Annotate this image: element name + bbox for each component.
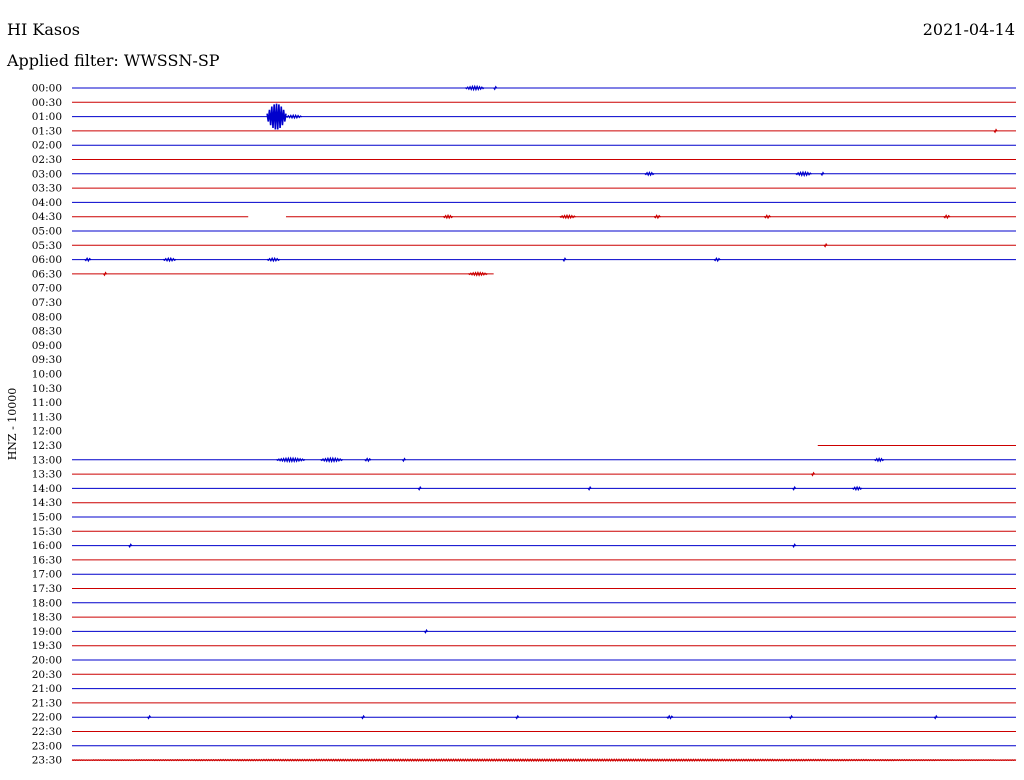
row-time-label: 08:30: [32, 326, 62, 338]
row-time-label: 17:00: [32, 569, 62, 581]
row-time-label: 22:30: [32, 726, 62, 738]
seismic-event: [360, 714, 366, 720]
seismic-event: [644, 170, 655, 177]
seismic-event: [666, 714, 674, 720]
row-time-label: 19:30: [32, 640, 62, 652]
row-time-label: 18:00: [32, 597, 62, 609]
seismic-event: [820, 171, 825, 177]
row-time-label: 22:00: [32, 712, 62, 724]
seismic-event: [102, 271, 108, 277]
row-time-label: 23:30: [32, 755, 62, 767]
y-axis-label: HNZ - 10000: [6, 388, 19, 461]
seismic-event: [423, 628, 429, 634]
seismic-event: [162, 256, 177, 263]
seismic-event: [792, 485, 797, 491]
trace-rows: 00:00 00:30 01:00 01:30 02:00 02:30 03:00 03:30…: [32, 83, 1017, 767]
row-time-label: 00:00: [32, 83, 62, 95]
row-time-label: 17:30: [32, 583, 62, 595]
row-time-label: 13:30: [32, 469, 62, 481]
row-time-label: 09:30: [32, 354, 62, 366]
row-time-label: 13:00: [32, 454, 62, 466]
seismic-event: [562, 257, 567, 263]
seismic-event: [468, 271, 488, 277]
row-time-label: 05:30: [32, 240, 62, 252]
row-time-label: 01:30: [32, 125, 62, 137]
seismic-event: [442, 213, 454, 220]
row-time-label: 20:00: [32, 655, 62, 667]
seismic-event: [792, 543, 797, 549]
seismic-event: [146, 714, 152, 720]
row-time-label: 12:30: [32, 440, 62, 452]
seismic-event: [266, 256, 281, 263]
seismic-event: [810, 471, 816, 477]
seismic-event: [823, 242, 828, 248]
seismic-event: [276, 456, 306, 464]
seismic-event: [933, 714, 938, 720]
row-time-label: 14:30: [32, 497, 62, 509]
seismic-event: [943, 214, 951, 220]
row-time-label: 03:30: [32, 183, 62, 195]
seismic-event: [795, 170, 812, 178]
row-time-label: 07:30: [32, 297, 62, 309]
row-time-label: 07:00: [32, 283, 62, 295]
row-time-label: 20:30: [32, 669, 62, 681]
seismic-event: [587, 485, 592, 491]
seismic-event: [788, 714, 794, 720]
seismic-event: [320, 456, 344, 464]
row-time-label: 11:30: [32, 411, 62, 423]
seismic-event: [128, 543, 133, 549]
seismic-event: [653, 214, 661, 220]
seismic-event: [713, 256, 721, 263]
seismic-event: [285, 113, 303, 120]
row-time-label: 04:30: [32, 211, 62, 223]
row-time-label: 05:00: [32, 226, 62, 238]
seismic-event: [493, 85, 498, 91]
helicorder-plot: HNZ - 10000 00:00 00:30 01:00 01:30 02:00 02:…: [6, 83, 1017, 767]
row-time-label: 10:30: [32, 383, 62, 395]
seismic-event: [364, 457, 372, 463]
row-time-label: 16:30: [32, 554, 62, 566]
row-time-label: 10:00: [32, 369, 62, 381]
row-time-label: 15:30: [32, 526, 62, 538]
row-time-label: 02:00: [32, 140, 62, 152]
seismic-event: [71, 758, 1017, 762]
seismic-event-core: [268, 113, 276, 121]
row-time-label: 00:30: [32, 97, 62, 109]
row-time-label: 12:00: [32, 426, 62, 438]
row-time-label: 06:30: [32, 268, 62, 280]
seismic-event: [417, 485, 422, 491]
seismic-event: [84, 256, 92, 263]
row-time-label: 19:00: [32, 626, 62, 638]
row-time-label: 01:00: [32, 111, 62, 123]
row-time-label: 21:00: [32, 683, 62, 695]
row-time-label: 04:00: [32, 197, 62, 209]
row-time-label: 11:00: [32, 397, 62, 409]
row-time-label: 15:00: [32, 512, 62, 524]
seismic-event: [559, 213, 576, 220]
seismic-event: [851, 485, 863, 492]
seismic-event: [401, 457, 407, 463]
row-time-label: 16:00: [32, 540, 62, 552]
seismic-event: [763, 214, 772, 220]
row-time-label: 03:00: [32, 168, 62, 180]
seismic-event: [873, 456, 885, 463]
seismic-event: [464, 84, 485, 92]
row-time-label: 09:00: [32, 340, 62, 352]
seismic-event: [515, 714, 520, 720]
seismic-event: [993, 128, 998, 134]
row-time-label: 14:00: [32, 483, 62, 495]
row-time-label: 08:00: [32, 311, 62, 323]
row-time-label: 06:00: [32, 254, 62, 266]
row-time-label: 23:00: [32, 740, 62, 752]
row-time-label: 02:30: [32, 154, 62, 166]
row-time-label: 18:30: [32, 612, 62, 624]
row-time-label: 21:30: [32, 697, 62, 709]
